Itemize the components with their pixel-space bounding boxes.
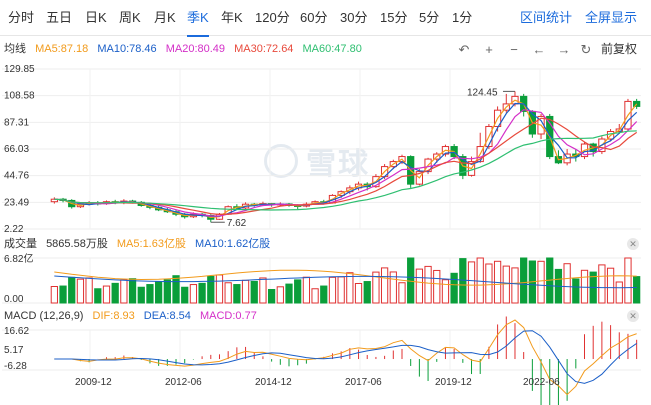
volume-bar — [85, 277, 93, 304]
x-axis-label: 2017-06 — [345, 377, 382, 388]
volume-bar — [155, 281, 163, 304]
y-axis-labels: 129.85 108.58 87.31 66.03 44.76 23.49 2.22 6.82… — [4, 64, 35, 372]
volume-bar — [459, 258, 467, 304]
volume-bar — [146, 284, 154, 304]
volume-bar — [137, 286, 145, 304]
volume-bar — [563, 263, 571, 304]
volume-bar — [128, 278, 137, 304]
x-axis-label: 2009-12 — [75, 377, 112, 388]
volume-bar — [172, 275, 180, 304]
x-axis-label: 2014-12 — [255, 377, 292, 388]
volume-bar — [276, 286, 284, 304]
volume-bar — [633, 276, 641, 304]
volume-bar — [320, 285, 328, 304]
volume-bar — [485, 263, 493, 304]
volume-y-tick: 0.00 — [4, 294, 24, 305]
close-macd-panel-button[interactable]: ✕ — [627, 310, 639, 322]
volume-bar — [181, 286, 189, 304]
volume-bar — [215, 274, 224, 304]
volume-bar — [624, 257, 632, 304]
volume-bar — [189, 284, 198, 304]
volume-bar — [433, 269, 441, 304]
volume-bar — [572, 278, 580, 304]
volume-bar — [380, 267, 389, 304]
volume-ma5: MA5:1.63亿股 — [116, 238, 186, 250]
candlestick-series: 124.45 7.62 — [50, 87, 641, 229]
macd-legend: MACD (12,26,9) DIF:8.93 DEA:8.54 MACD:0.… — [4, 309, 263, 323]
volume-y-tick: 6.82亿 — [4, 252, 33, 265]
volume-bar — [120, 279, 128, 304]
volume-bar — [615, 281, 623, 304]
min-price-label: 7.62 — [227, 218, 247, 229]
price-y-tick: 87.31 — [4, 117, 29, 128]
macd-dea: DEA:8.54 — [143, 310, 191, 322]
volume-value: 5865.58万股 — [46, 238, 108, 250]
volume-bar — [233, 284, 241, 304]
price-y-tick: 23.49 — [4, 197, 29, 208]
volume-bar — [511, 267, 519, 304]
volume-bar — [294, 279, 302, 304]
volume-bar — [415, 268, 424, 304]
x-axis-label: 2019-12 — [435, 377, 472, 388]
volume-title: 成交量 — [4, 238, 37, 250]
chart-grid — [2, 68, 641, 371]
volume-bar — [267, 289, 276, 304]
macd-y-tick: 16.62 — [4, 326, 29, 337]
volume-bar — [520, 257, 528, 304]
volume-bar — [302, 276, 311, 304]
max-price-label: 124.45 — [467, 87, 498, 98]
price-y-tick: 129.85 — [4, 64, 35, 75]
macd-title: MACD (12,26,9) — [4, 310, 84, 322]
macd-dif: DIF:8.93 — [92, 310, 135, 322]
close-volume-panel-button[interactable]: ✕ — [627, 238, 639, 250]
kline-chart[interactable]: 124.45 7.62 129.85 108.58 87.31 66.03 44.76 23… — [0, 0, 651, 405]
volume-bar — [441, 279, 450, 304]
macd-y-tick: 5.17 — [4, 345, 24, 356]
volume-bar — [50, 286, 58, 304]
volume-bar — [363, 281, 371, 304]
volume-bar — [476, 257, 484, 304]
volume-bar — [111, 282, 119, 304]
volume-ma10: MA10:1.62亿股 — [195, 238, 271, 250]
price-y-tick: 108.58 — [4, 91, 35, 102]
volume-bar — [241, 279, 250, 304]
volume-bar — [207, 275, 215, 304]
volume-bar — [224, 282, 232, 304]
volume-bar — [102, 285, 111, 304]
volume-bar — [59, 285, 67, 304]
volume-bar — [450, 272, 458, 304]
volume-bar — [68, 276, 76, 304]
volume-bar — [163, 279, 171, 304]
volume-bar — [502, 265, 510, 304]
price-y-tick: 44.76 — [4, 171, 29, 182]
volume-bar — [311, 288, 319, 304]
volume-series — [50, 257, 641, 304]
volume-bar — [337, 276, 345, 304]
volume-bar — [250, 280, 258, 304]
volume-bar — [328, 276, 337, 304]
volume-bar — [198, 282, 206, 304]
volume-bar — [259, 277, 267, 304]
volume-bar — [606, 267, 615, 304]
volume-legend: 成交量 5865.58万股 MA5:1.63亿股 MA10:1.62亿股 — [4, 237, 276, 251]
volume-bar — [424, 265, 432, 304]
volume-bar — [94, 288, 102, 304]
volume-bar — [407, 257, 415, 304]
x-axis-label: 2012-06 — [165, 377, 202, 388]
price-y-tick: 66.03 — [4, 144, 29, 155]
volume-bar — [76, 278, 85, 304]
volume-bar — [398, 282, 406, 304]
volume-bar — [537, 260, 545, 304]
price-y-tick: 2.22 — [4, 224, 24, 235]
macd-y-tick: -6.28 — [4, 361, 27, 372]
macd-value: MACD:0.77 — [199, 310, 257, 322]
volume-bar — [598, 264, 606, 304]
volume-bar — [354, 283, 363, 304]
volume-bar — [346, 272, 354, 304]
volume-bar — [467, 261, 476, 304]
x-axis-label: 2022-06 — [523, 377, 560, 388]
volume-bar — [285, 283, 293, 304]
